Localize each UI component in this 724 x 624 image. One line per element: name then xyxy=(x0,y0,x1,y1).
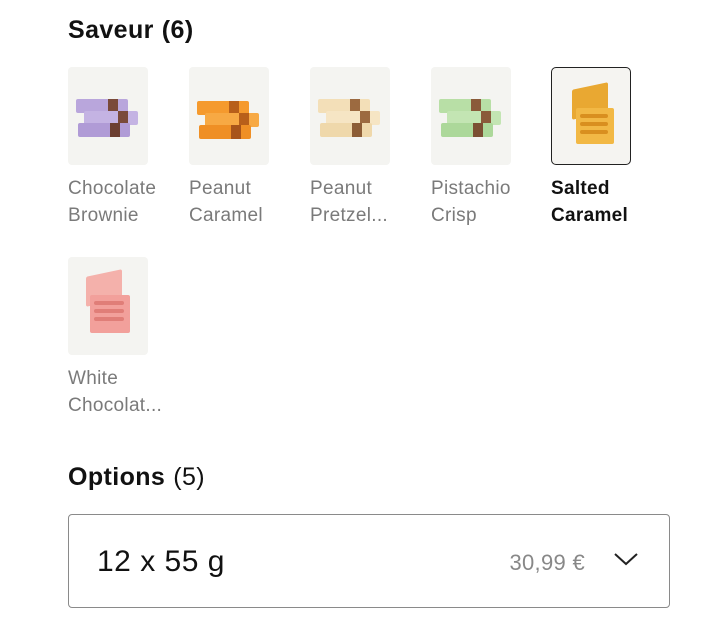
flavor-count: (6) xyxy=(161,16,194,44)
salted-caramel-box-image xyxy=(551,67,631,165)
white-chocolate-box-image xyxy=(68,257,148,355)
flavor-swatch-peanut-caramel[interactable]: Peanut Caramel xyxy=(189,67,299,229)
flavor-label-line2: Chocolat... xyxy=(68,395,163,416)
flavor-swatch-white-chocolate[interactable]: White Chocolat... xyxy=(68,257,178,419)
selected-option-value: 12 x 55 g xyxy=(97,545,225,578)
option-select-dropdown[interactable]: 12 x 55 g 30,99 € xyxy=(68,514,670,608)
chocolate-brownie-bar-image xyxy=(68,67,148,165)
pistachio-crisp-bar-image xyxy=(431,67,511,165)
flavor-label-line1: Salted xyxy=(551,178,610,199)
flavor-swatch-pistachio-crisp[interactable]: Pistachio Crisp xyxy=(431,67,541,229)
flavor-label-line1: Peanut xyxy=(310,178,373,199)
chevron-down-icon xyxy=(614,553,638,566)
option-price: 30,99 € xyxy=(509,550,585,575)
flavor-swatch-peanut-pretzel[interactable]: Peanut Pretzel... xyxy=(310,67,420,229)
flavor-label-line2: Caramel xyxy=(551,205,629,226)
flavor-title-text: Saveur xyxy=(68,16,154,44)
options-count: (5) xyxy=(173,463,205,491)
flavor-label-line1: Pistachio xyxy=(431,178,511,199)
flavor-swatch-chocolate-brownie[interactable]: Chocolate Brownie xyxy=(68,67,178,229)
flavor-label-line2: Caramel xyxy=(189,205,263,226)
flavor-label-line1: White xyxy=(68,368,119,389)
options-section-title: Options (5) xyxy=(68,463,205,492)
flavor-label-line1: Chocolate xyxy=(68,178,157,199)
peanut-pretzel-bar-image xyxy=(310,67,390,165)
flavor-label-line1: Peanut xyxy=(189,178,252,199)
options-title-text: Options xyxy=(68,463,166,491)
peanut-caramel-bar-image xyxy=(189,67,269,165)
flavor-label-line2: Pretzel... xyxy=(310,205,388,226)
flavor-label-line2: Brownie xyxy=(68,205,139,226)
flavor-section-title: Saveur (6) xyxy=(68,16,194,45)
flavor-swatch-salted-caramel[interactable]: Salted Caramel xyxy=(551,67,661,229)
flavor-label-line2: Crisp xyxy=(431,205,477,226)
flavor-swatch-grid: Chocolate Brownie Peanut Caramel Peanut … xyxy=(68,67,668,427)
